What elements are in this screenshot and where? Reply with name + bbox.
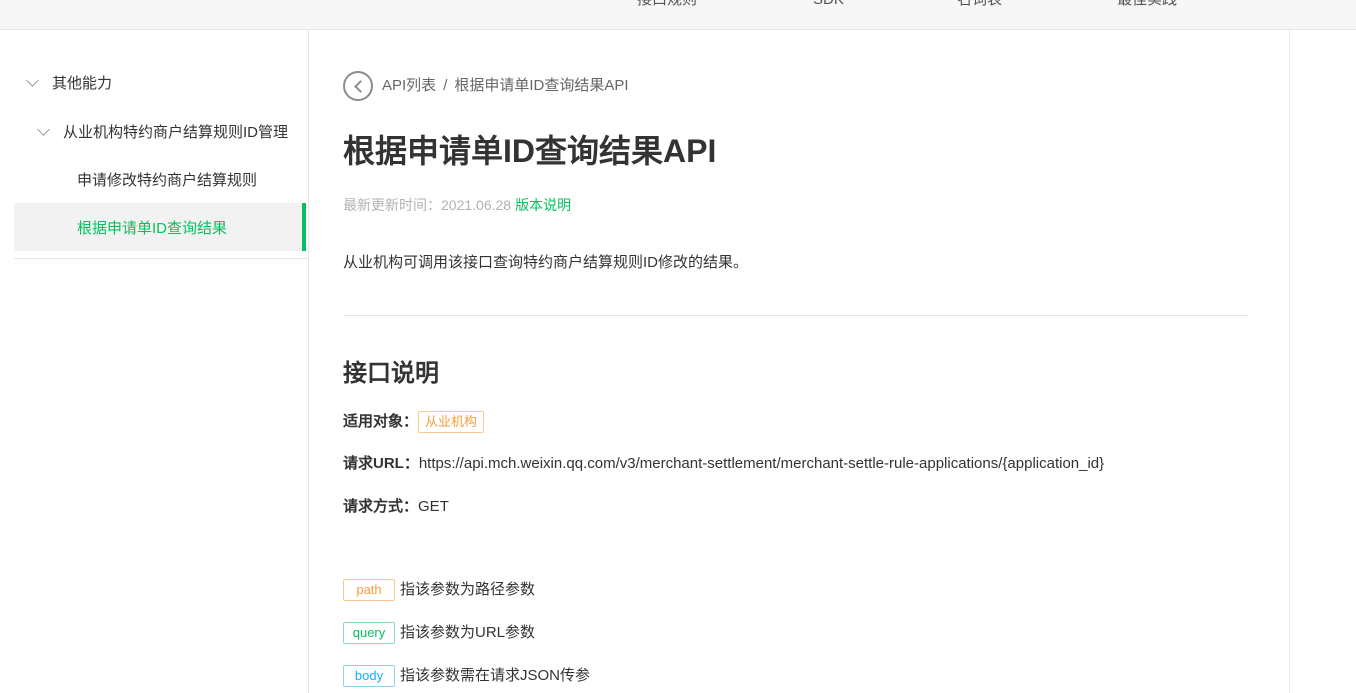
sidebar-item-other-capabilities[interactable]: 其他能力 <box>14 58 306 106</box>
last-updated-text: 最新更新时间：2021.06.28 <box>343 197 512 213</box>
param-tag-query: query <box>343 622 395 644</box>
topnav-item-sdk[interactable]: SDK <box>813 0 844 10</box>
last-updated: 最新更新时间：2021.06.28 版本说明 <box>343 195 571 215</box>
chevron-left-icon <box>353 79 367 93</box>
breadcrumb-current: 根据申请单ID查询结果API <box>454 77 629 94</box>
param-legend-desc: 指该参数需在请求JSON传参 <box>400 667 591 684</box>
chevron-down-icon <box>37 122 50 136</box>
request-url-value: https://api.mch.weixin.qq.com/v3/merchan… <box>418 455 1105 472</box>
back-button[interactable] <box>343 71 373 101</box>
sidebar-item-label: 其他能力 <box>52 74 113 92</box>
page-title: 根据申请单ID查询结果API <box>343 133 717 169</box>
section-divider <box>343 315 1248 316</box>
request-method-row: 请求方式： GET <box>343 496 449 518</box>
param-tag-body: body <box>343 665 395 687</box>
sidebar-item-settle-rule-management[interactable]: 从业机构特约商户结算规则ID管理 <box>14 107 306 155</box>
applicable-label: 适用对象： <box>343 413 419 430</box>
sidebar-item-query-by-application-id[interactable]: 根据申请单ID查询结果 <box>14 203 306 251</box>
param-legend-desc: 指该参数为URL参数 <box>400 624 536 641</box>
page-description: 从业机构可调用该接口查询特约商户结算规则ID修改的结果。 <box>343 254 749 271</box>
param-tag-path: path <box>343 579 395 601</box>
sidebar-item-apply-modify-rule[interactable]: 申请修改特约商户结算规则 <box>14 155 306 203</box>
breadcrumb: API列表 / 根据申请单ID查询结果API <box>382 76 629 96</box>
top-nav-bar: 接口规则 SDK 名词表 最佳实践 <box>0 0 1356 30</box>
request-method-label: 请求方式： <box>343 498 419 515</box>
content-right-border <box>1289 30 1290 693</box>
sidebar-item-label: 从业机构特约商户结算规则ID管理 <box>63 123 289 141</box>
param-legend-body: body 指该参数需在请求JSON传参 <box>343 665 590 687</box>
param-legend-desc: 指该参数为路径参数 <box>400 581 536 598</box>
param-legend-query: query 指该参数为URL参数 <box>343 622 535 644</box>
topnav-item-rules[interactable]: 接口规则 <box>637 0 697 10</box>
request-method-value: GET <box>418 498 449 515</box>
applicable-badge: 从业机构 <box>418 411 485 433</box>
breadcrumb-api-list-link[interactable]: API列表 <box>382 77 436 94</box>
sidebar-item-label: 根据申请单ID查询结果 <box>77 219 228 237</box>
version-notes-link[interactable]: 版本说明 <box>515 197 571 213</box>
chevron-down-icon <box>26 73 39 87</box>
param-legend-path: path 指该参数为路径参数 <box>343 579 535 601</box>
breadcrumb-separator: / <box>443 77 448 94</box>
section-title-api-description: 接口说明 <box>343 360 439 387</box>
request-url-row: 请求URL： https://api.mch.weixin.qq.com/v3/… <box>343 453 1104 475</box>
sidebar-divider <box>14 258 308 259</box>
topnav-item-glossary[interactable]: 名词表 <box>957 0 1002 10</box>
applicable-target-row: 适用对象： 从业机构 <box>343 411 485 433</box>
request-url-label: 请求URL： <box>343 455 419 472</box>
topnav-item-best-practice[interactable]: 最佳实践 <box>1117 0 1177 10</box>
sidebar: 其他能力 从业机构特约商户结算规则ID管理 申请修改特约商户结算规则 根据申请单… <box>0 30 309 693</box>
sidebar-item-label: 申请修改特约商户结算规则 <box>77 171 258 189</box>
